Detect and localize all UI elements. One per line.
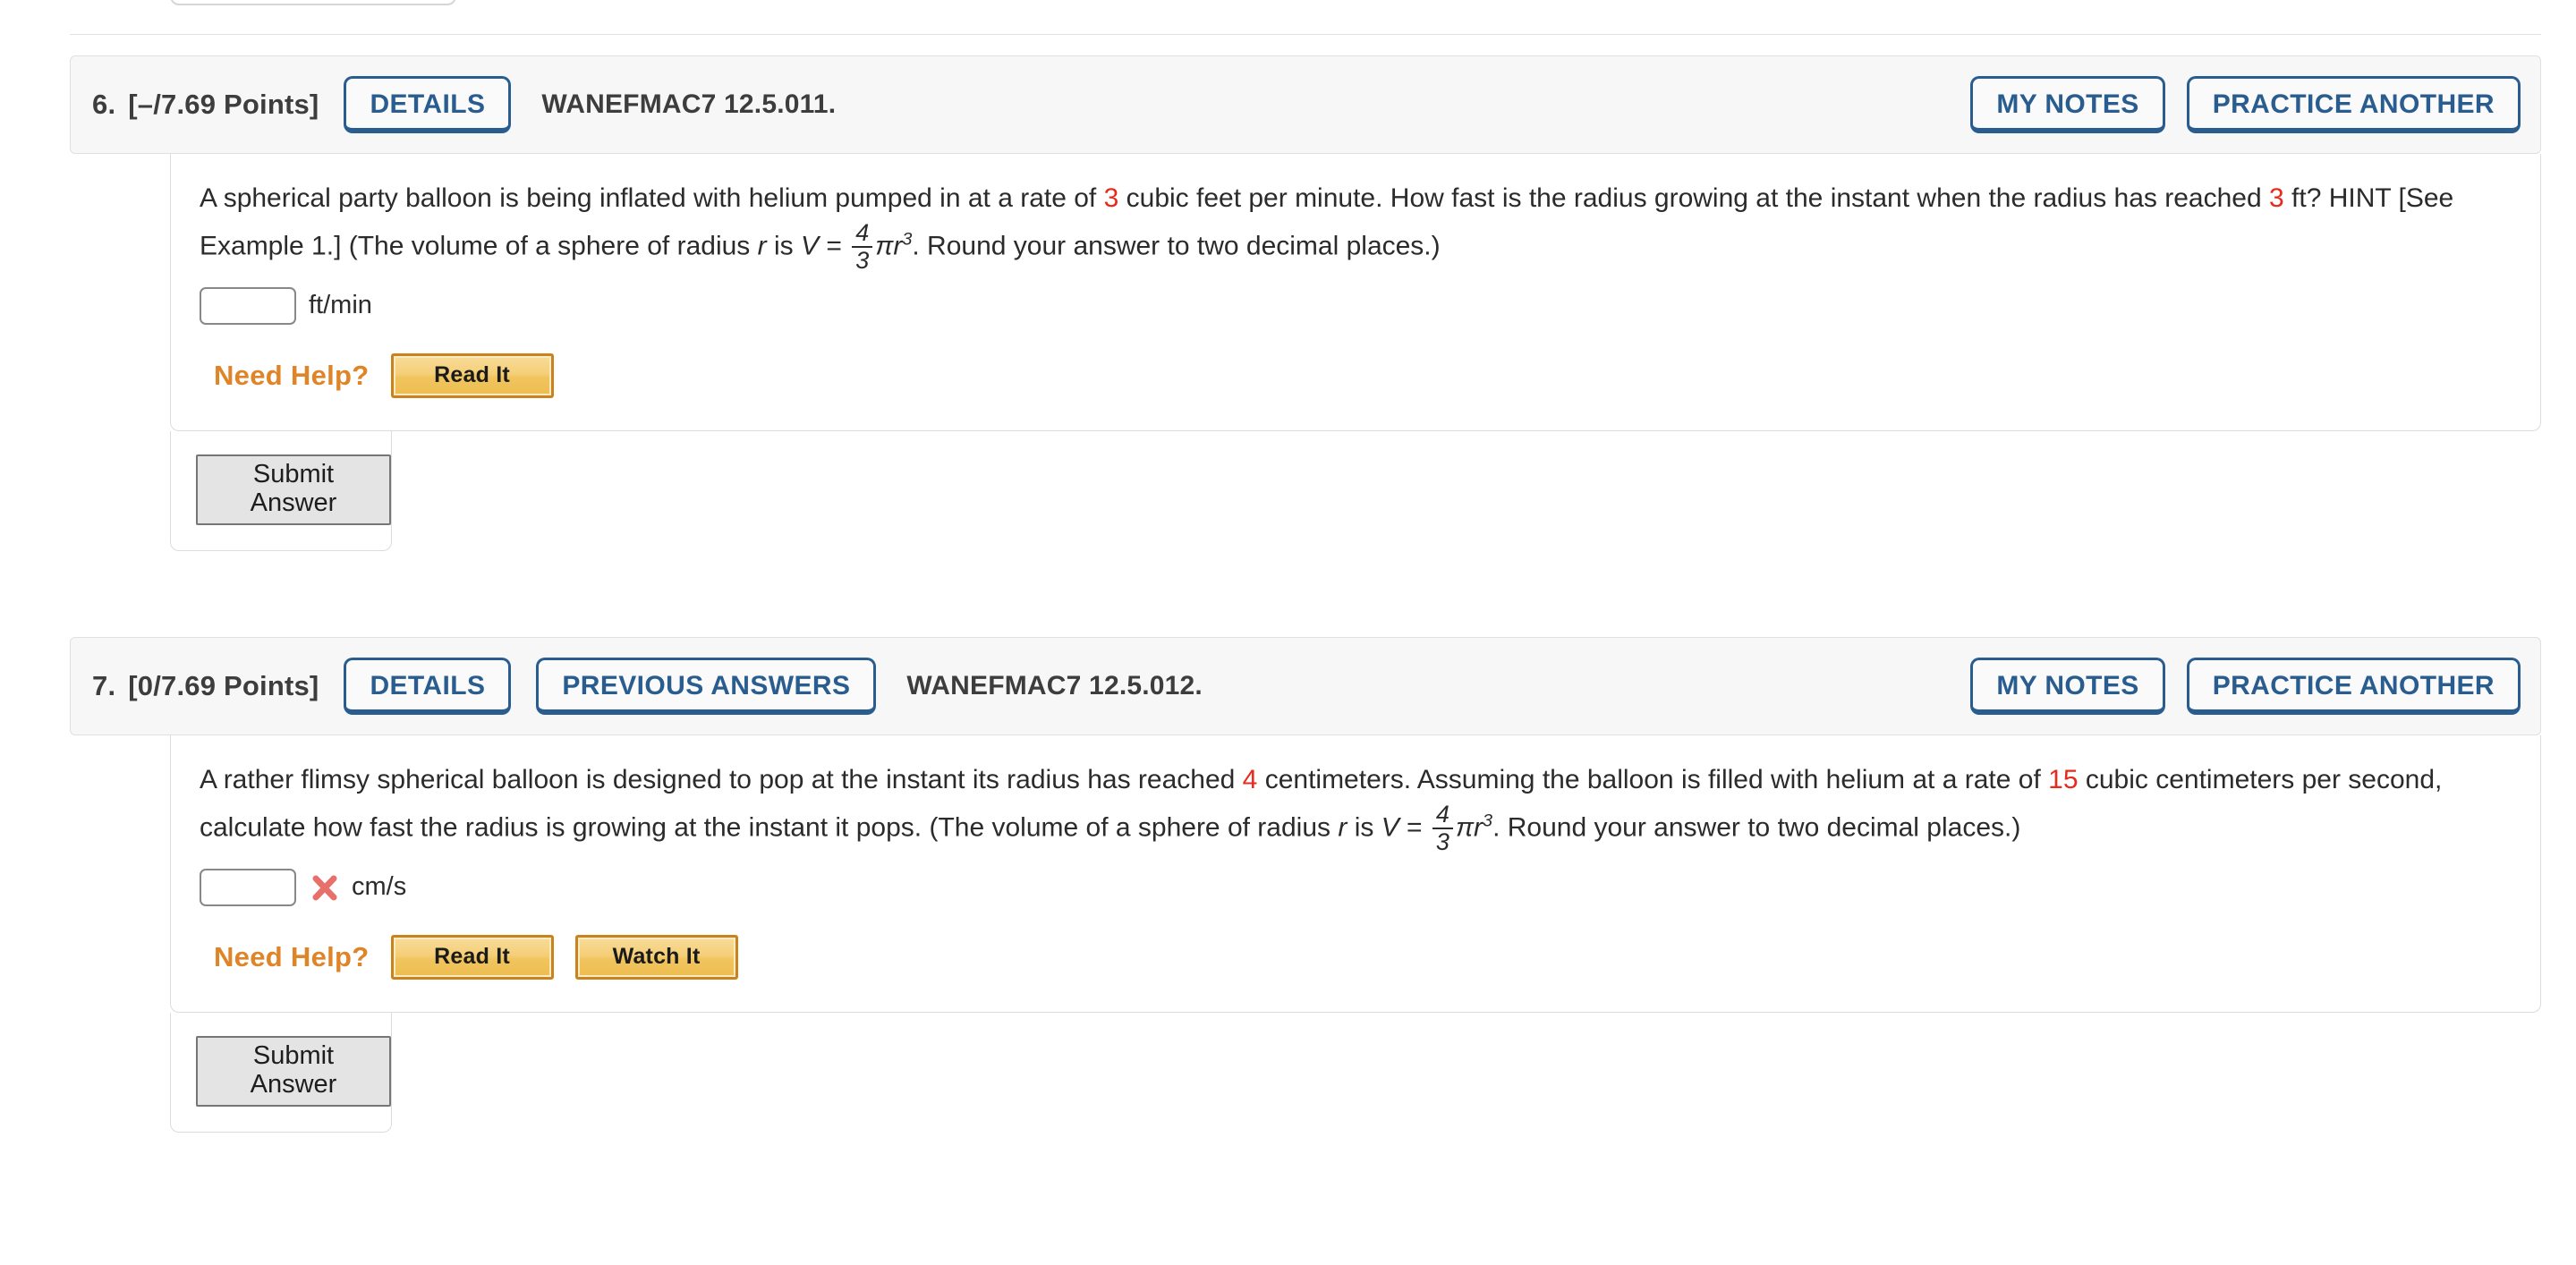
q7-value-rate: 15	[2048, 765, 2079, 794]
question-header-actions-6: MY NOTES PRACTICE ANOTHER	[1949, 76, 2521, 133]
q6-equals: =	[819, 231, 850, 261]
q7-pi-r: πr	[1455, 812, 1484, 843]
q6-value-radius: 3	[2269, 183, 2284, 213]
q7-value-radius: 4	[1242, 765, 1258, 794]
question-code-7: WANEFMAC7 12.5.012.	[906, 671, 1203, 700]
q6-var-v: V	[801, 231, 820, 261]
read-it-label-6: Read It	[434, 361, 510, 387]
q7-text-part5: . Round your answer to two decimal place…	[1492, 812, 2021, 843]
need-help-label-6: Need Help?	[214, 359, 370, 391]
practice-another-button-7[interactable]: PRACTICE ANOTHER	[2186, 658, 2521, 715]
q7-text-part4: is	[1347, 812, 1382, 843]
x-mark-icon	[310, 872, 339, 903]
answer-input-7[interactable]	[200, 868, 296, 906]
q6-fraction-denominator: 3	[855, 246, 870, 274]
submit-answer-button-7[interactable]: Submit Answer	[196, 1035, 391, 1108]
submit-panel-7: Submit Answer	[170, 1012, 392, 1133]
question-header-actions-7: MY NOTES PRACTICE ANOTHER	[1949, 658, 2521, 715]
question-header-6: 6. [–/7.69 Points] DETAILS WANEFMAC7 12.…	[70, 55, 2541, 154]
question-body-6: A spherical party balloon is being infla…	[170, 154, 2541, 431]
read-it-button-7[interactable]: Read It	[390, 934, 554, 980]
details-button-7[interactable]: DETAILS	[344, 658, 512, 715]
previous-question-submit-panel-tail	[170, 0, 456, 5]
question-number-7: 7.	[92, 670, 116, 701]
section-divider	[70, 34, 2541, 35]
q6-value-rate: 3	[1103, 183, 1119, 213]
q7-exponent: 3	[1483, 811, 1493, 831]
read-it-label-7: Read It	[434, 943, 510, 969]
question-points-6: [–/7.69 Points]	[128, 89, 319, 120]
question-body-7: A rather flimsy spherical balloon is des…	[170, 735, 2541, 1013]
q6-pi-r: πr	[875, 231, 903, 261]
answer-row-6: ft/min	[200, 286, 2513, 325]
question-number-6: 6.	[92, 89, 116, 120]
q7-text-part2: centimeters. Assuming the balloon is fil…	[1257, 765, 2049, 794]
assignment-page: 6. [–/7.69 Points] DETAILS WANEFMAC7 12.…	[0, 0, 2576, 1265]
answer-row-7: cm/s	[200, 868, 2513, 906]
q7-fraction: 43	[1432, 800, 1453, 855]
q6-var-r: r	[757, 231, 767, 261]
q6-fraction: 43	[852, 218, 873, 274]
answer-input-6[interactable]	[200, 286, 296, 325]
watch-it-button-7[interactable]: Watch It	[574, 934, 738, 980]
need-help-row-6: Need Help? Read It	[200, 352, 2513, 398]
practice-another-button-6[interactable]: PRACTICE ANOTHER	[2186, 76, 2521, 133]
question-text-6: A spherical party balloon is being infla…	[200, 177, 2513, 273]
q6-text-part4: is	[766, 231, 801, 261]
my-notes-button-6[interactable]: MY NOTES	[1970, 76, 2165, 133]
question-code-6: WANEFMAC7 12.5.011.	[541, 89, 837, 119]
my-notes-button-7[interactable]: MY NOTES	[1970, 658, 2165, 715]
q7-var-r: r	[1338, 812, 1348, 843]
q7-fraction-numerator: 4	[1435, 800, 1450, 828]
watch-it-label-7: Watch It	[612, 943, 701, 969]
question-block-7: 7. [0/7.69 Points] DETAILS PREVIOUS ANSW…	[70, 637, 2541, 1133]
read-it-button-6[interactable]: Read It	[390, 352, 554, 398]
submit-panel-6: Submit Answer	[170, 430, 392, 552]
submit-answer-button-6[interactable]: Submit Answer	[196, 454, 391, 526]
question-text-7: A rather flimsy spherical balloon is des…	[200, 759, 2513, 854]
q7-equals: =	[1399, 812, 1430, 843]
q6-fraction-numerator: 4	[855, 218, 870, 246]
q7-text-part1: A rather flimsy spherical balloon is des…	[200, 765, 1243, 794]
q7-fraction-denominator: 3	[1435, 828, 1450, 855]
question-block-6: 6. [–/7.69 Points] DETAILS WANEFMAC7 12.…	[70, 55, 2541, 552]
previous-answers-button-7[interactable]: PREVIOUS ANSWERS	[536, 658, 877, 715]
q6-text-part2: cubic feet per minute. How fast is the r…	[1118, 183, 2270, 213]
q6-exponent: 3	[902, 229, 913, 250]
q7-var-v: V	[1381, 812, 1399, 843]
need-help-label-7: Need Help?	[214, 940, 370, 972]
q6-text-part5: . Round your answer to two decimal place…	[912, 231, 1441, 261]
question-points-7: [0/7.69 Points]	[128, 670, 319, 701]
q6-text-part1: A spherical party balloon is being infla…	[200, 183, 1104, 213]
answer-units-7: cm/s	[352, 872, 407, 902]
question-header-7: 7. [0/7.69 Points] DETAILS PREVIOUS ANSW…	[70, 637, 2541, 735]
answer-units-6: ft/min	[309, 291, 372, 320]
need-help-row-7: Need Help? Read It Watch It	[200, 934, 2513, 980]
details-button-6[interactable]: DETAILS	[344, 76, 512, 133]
